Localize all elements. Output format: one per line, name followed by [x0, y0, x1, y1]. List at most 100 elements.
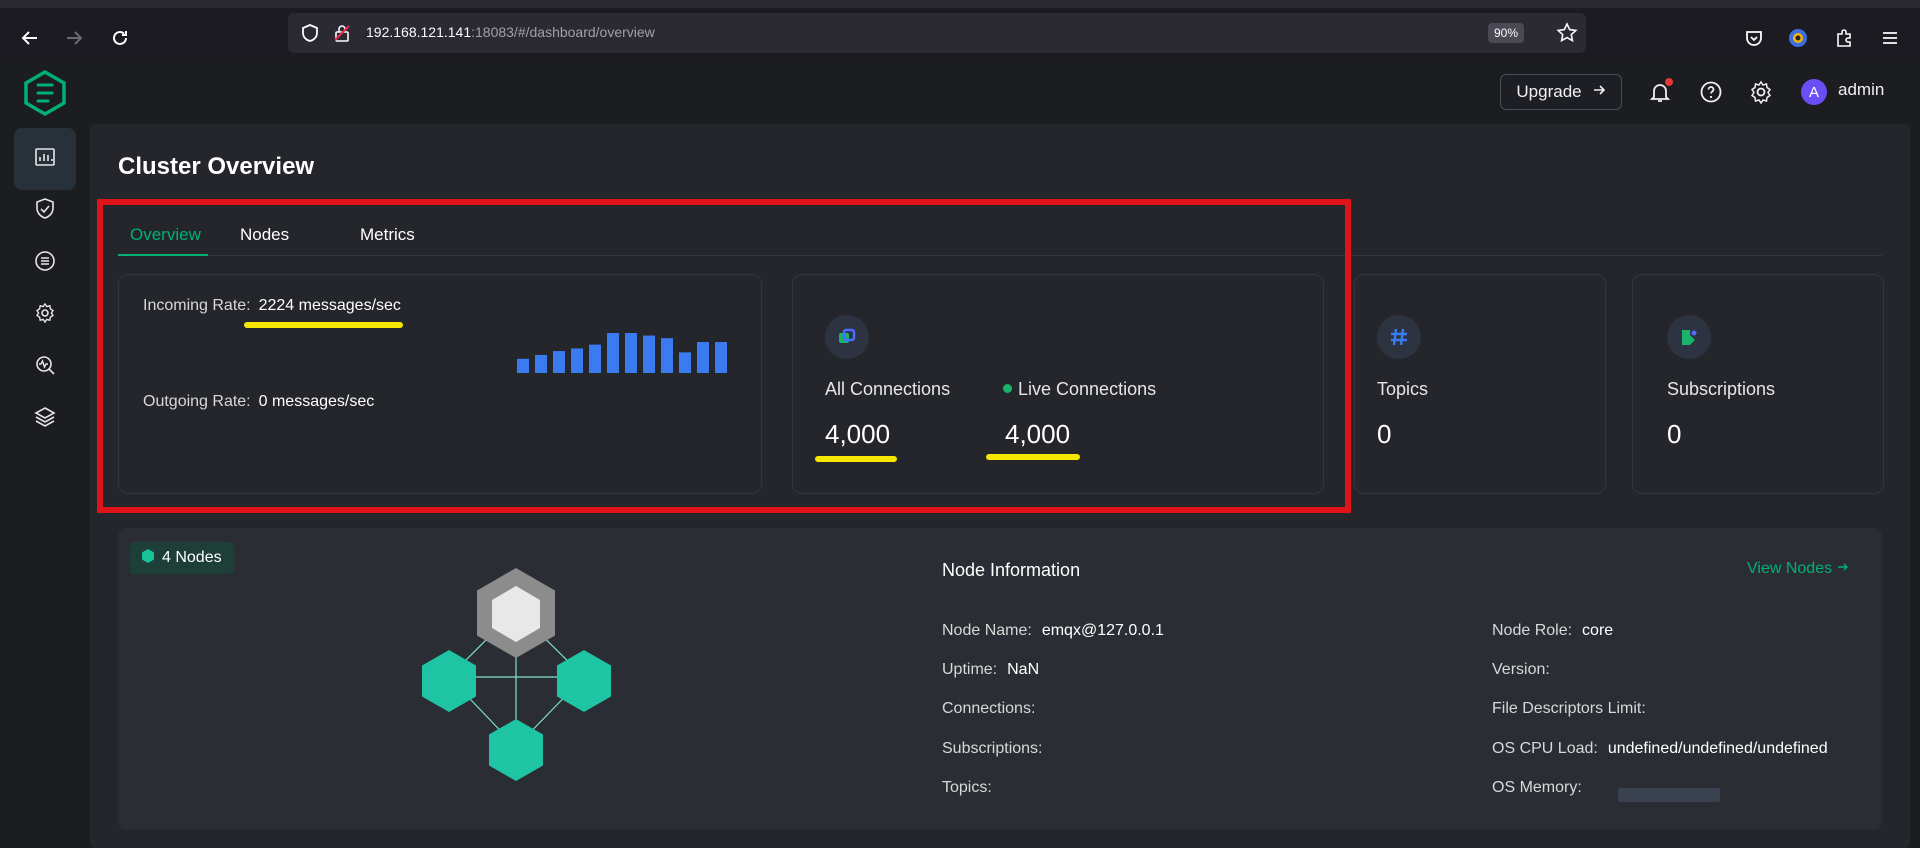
message-rate-card: Incoming Rate: 2224 messages/sec Outgoing…: [118, 274, 762, 494]
url-bar[interactable]: 192.168.121.141:18083/#/dashboard/overvi…: [288, 13, 1586, 53]
node-name-label: Node Name:: [942, 622, 1032, 639]
page-title: Cluster Overview: [118, 153, 315, 180]
nodes-count-text: 4 Nodes: [162, 549, 222, 566]
topics-card: Topics 0: [1354, 274, 1606, 494]
node-panel: 4 Nodes Node Information View Nodes Node…: [118, 528, 1882, 830]
sparkline-bar: [517, 358, 529, 373]
shield-check-icon: [33, 197, 57, 226]
upgrade-button[interactable]: Upgrade: [1500, 74, 1622, 110]
all-connections-label: All Connections: [825, 379, 951, 399]
live-status-dot: [1003, 383, 1012, 393]
view-nodes-link[interactable]: View Nodes: [1747, 560, 1849, 578]
back-button[interactable]: [12, 20, 48, 56]
live-connections-label-text: Live Connections: [1018, 379, 1157, 399]
os-memory-bar: [1618, 788, 1720, 802]
sparkline-bar: [715, 342, 727, 373]
incoming-rate-value: 2224 messages/sec: [258, 297, 401, 314]
hexagon-icon: [142, 548, 154, 568]
outgoing-rate-value: 0 messages/sec: [258, 393, 375, 410]
node-connections-label: Connections:: [942, 700, 1036, 717]
live-connections-highlight: [986, 454, 1080, 460]
app-header: Upgrade A admin: [0, 62, 1920, 122]
node-topics-row: Topics:: [942, 779, 992, 797]
os-cpu-load-row: OS CPU Load: undefined/undefined/undefine…: [1492, 740, 1828, 758]
layers-icon: [33, 405, 57, 434]
os-memory-label: OS Memory:: [1492, 779, 1582, 796]
node-role-label: Node Role:: [1492, 622, 1573, 639]
uptime-value: NaN: [1007, 661, 1040, 678]
arrow-right-icon: [1837, 560, 1849, 577]
sparkline-bar: [661, 338, 673, 373]
all-connections-value: 4,000: [825, 419, 891, 449]
reload-button[interactable]: [102, 20, 138, 56]
shield-icon[interactable]: [300, 23, 320, 48]
outgoing-rate: Outgoing Rate: 0 messages/sec: [143, 393, 374, 411]
zoom-level[interactable]: 90%: [1487, 23, 1524, 43]
tab-overview[interactable]: Overview: [130, 214, 201, 256]
sparkline-bar: [571, 348, 583, 373]
sparkline-bar: [625, 333, 637, 373]
notification-dot: [1665, 78, 1673, 86]
emqx-logo[interactable]: [22, 69, 68, 121]
notification-bell-icon[interactable]: [1646, 78, 1674, 106]
subscriptions-card: Subscriptions 0: [1632, 274, 1884, 494]
integration-icon: [33, 249, 57, 278]
node-connections-row: Connections:: [942, 700, 1035, 718]
settings-gear-icon[interactable]: [1747, 78, 1775, 106]
user-name[interactable]: admin: [1838, 80, 1884, 100]
tab-bar: Overview Nodes Metrics: [118, 214, 1882, 256]
help-icon[interactable]: [1697, 78, 1725, 106]
management-gear-icon: [33, 301, 57, 330]
forward-button[interactable]: [56, 20, 92, 56]
node-name-row: Node Name: emqx@127.0.0.1: [942, 622, 1164, 640]
uptime-label: Uptime:: [942, 661, 998, 678]
node-information-title: Node Information: [942, 560, 1081, 580]
active-tab-indicator: [118, 254, 208, 256]
hash-icon: [1377, 315, 1421, 359]
dashboard-chart-icon: [33, 145, 57, 174]
outgoing-rate-label: Outgoing Rate:: [143, 393, 251, 410]
sparkline-bar: [643, 335, 655, 373]
incoming-rate: Incoming Rate: 2224 messages/sec: [143, 297, 401, 315]
node-subscriptions-row: Subscriptions:: [942, 740, 1043, 758]
bookmark-star-icon[interactable]: [1556, 22, 1578, 49]
sidebar-item-system[interactable]: [14, 388, 76, 450]
node-role-value: core: [1582, 622, 1614, 639]
all-connections-highlight: [815, 456, 897, 462]
hamburger-menu-icon[interactable]: [1872, 20, 1908, 56]
pocket-icon[interactable]: [1736, 20, 1772, 56]
upgrade-label: Upgrade: [1516, 82, 1582, 101]
topics-value: 0: [1377, 419, 1392, 449]
arrow-right-icon: [1592, 82, 1606, 102]
subscriptions-icon: [1667, 315, 1711, 359]
uptime-row: Uptime: NaN: [942, 661, 1039, 679]
insecure-lock-icon[interactable]: [332, 23, 352, 48]
avatar[interactable]: A: [1801, 79, 1827, 105]
sparkline-bar: [589, 344, 601, 373]
tab-nodes[interactable]: Nodes: [240, 214, 289, 256]
sidebar: [0, 122, 90, 848]
node-role-row: Node Role: core: [1492, 622, 1613, 640]
file-descriptors-label: File Descriptors Limit:: [1492, 700, 1646, 717]
url-text[interactable]: 192.168.121.141:18083/#/dashboard/overvi…: [366, 24, 655, 40]
os-memory-row: OS Memory:: [1492, 779, 1582, 797]
connections-icon: [825, 315, 869, 359]
node-subscriptions-label: Subscriptions:: [942, 740, 1043, 757]
incoming-rate-label: Incoming Rate:: [143, 297, 251, 314]
extensions-puzzle-icon[interactable]: [1826, 20, 1862, 56]
extension-account-icon[interactable]: [1780, 20, 1816, 56]
file-descriptors-row: File Descriptors Limit:: [1492, 700, 1646, 718]
cluster-topology-graphic: [422, 568, 611, 781]
node-topics-label: Topics:: [942, 779, 992, 796]
incoming-rate-highlight: [244, 322, 403, 328]
view-nodes-label: View Nodes: [1747, 560, 1833, 577]
tab-metrics[interactable]: Metrics: [360, 214, 415, 256]
sparkline-bar: [553, 351, 565, 373]
subscriptions-value: 0: [1667, 419, 1682, 449]
sparkline-bar: [697, 342, 709, 373]
topics-label: Topics: [1377, 379, 1429, 399]
main-content: Cluster Overview Overview Nodes Metrics …: [90, 124, 1910, 848]
node-name-value: emqx@127.0.0.1: [1041, 622, 1164, 639]
subscriptions-label: Subscriptions: [1667, 379, 1776, 399]
sparkline-bar: [535, 354, 547, 373]
